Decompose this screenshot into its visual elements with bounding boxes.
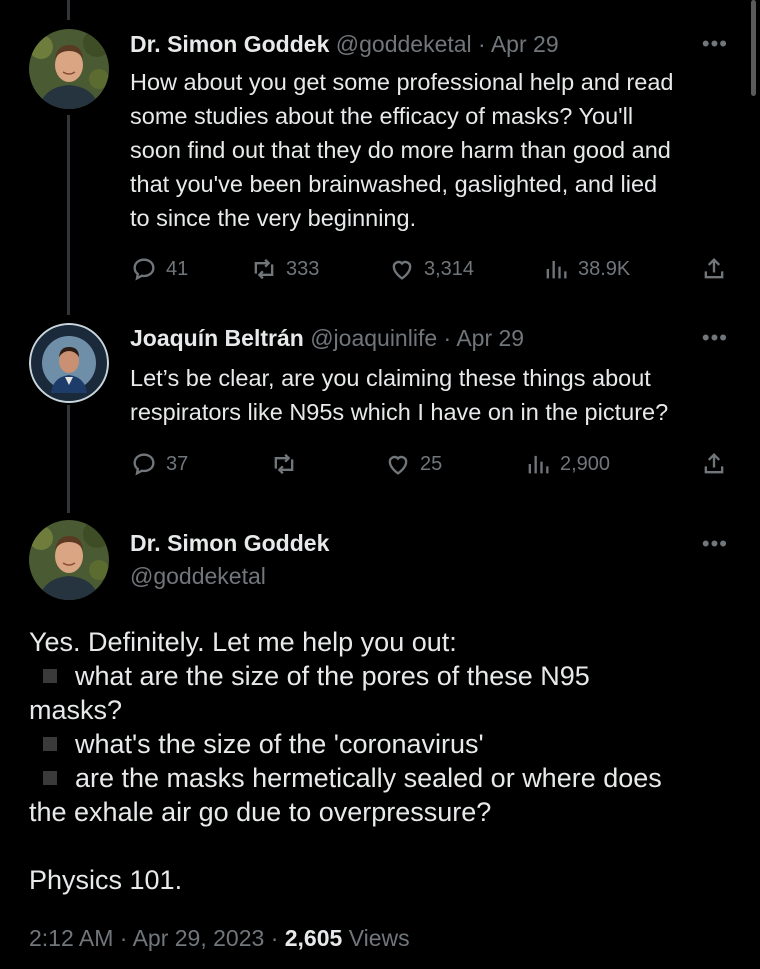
avatar[interactable] <box>29 323 109 403</box>
tweet-line: Let’s be clear, are you claiming these t… <box>130 365 651 391</box>
retweet-icon <box>254 258 274 280</box>
user-handle[interactable]: @goddeketal <box>130 561 266 591</box>
more-icon[interactable]: ••• <box>702 33 728 55</box>
bullet-text: are the masks hermetically sealed or whe… <box>75 763 662 793</box>
thread-line-1 <box>67 115 70 315</box>
action-bar: 37 25 2,900 <box>130 450 730 480</box>
bullet-square-icon <box>43 771 57 785</box>
tweet-line: the exhale air go due to overpressure? <box>29 797 492 827</box>
like-count: 3,314 <box>424 257 475 280</box>
more-icon[interactable]: ••• <box>702 533 728 555</box>
view-count: 38.9K <box>578 257 631 280</box>
bullet-square-icon <box>43 737 57 751</box>
action-bar: 41 333 3,314 38.9K <box>130 255 730 285</box>
user-handle[interactable]: @joaquinlife <box>310 325 437 351</box>
avatar-image <box>29 323 109 403</box>
retweet-button[interactable] <box>270 450 306 478</box>
like-count: 25 <box>420 452 443 475</box>
reply-icon <box>133 258 155 281</box>
tweet-meta: 2:12 AM · Apr 29, 2023 · 2,605 Views <box>29 925 410 952</box>
display-name[interactable]: Dr. Simon Goddek <box>130 528 329 558</box>
like-button[interactable]: 25 <box>384 450 442 478</box>
reply-count: 41 <box>166 257 189 280</box>
tweet-line: what's the size of the 'coronavirus' <box>29 727 729 761</box>
separator: · <box>443 325 452 351</box>
views-button[interactable]: 38.9K <box>542 255 630 283</box>
reply-icon <box>133 453 155 476</box>
retweet-count: 333 <box>286 257 320 280</box>
thread-line-top <box>67 0 70 20</box>
reply-button[interactable]: 41 <box>130 255 188 283</box>
retweet-button[interactable]: 333 <box>250 255 319 283</box>
reply-count: 37 <box>166 452 189 475</box>
tweet-date[interactable]: Apr 29 <box>456 325 524 351</box>
bullet-text: what's the size of the 'coronavirus' <box>75 729 484 759</box>
avatar-image <box>29 520 109 600</box>
thread-line-2 <box>67 405 70 513</box>
share-button[interactable] <box>700 450 728 478</box>
tweet-line: Yes. Definitely. Let me help you out: <box>29 627 457 657</box>
like-icon <box>388 455 408 475</box>
tweet-line: are the masks hermetically sealed or whe… <box>29 761 729 795</box>
bullet-square-icon <box>43 669 57 683</box>
separator: · <box>119 925 128 951</box>
avatar[interactable] <box>29 29 109 109</box>
tweet-line: respirators like N95s which I have on in… <box>130 399 669 425</box>
like-button[interactable]: 3,314 <box>388 255 474 283</box>
more-icon[interactable]: ••• <box>702 327 728 349</box>
scrollbar[interactable] <box>751 0 756 96</box>
tweet-line: masks? <box>29 695 123 725</box>
tweet-line: some studies about the efficacy of masks… <box>130 103 634 129</box>
user-handle[interactable]: @goddeketal <box>336 31 472 57</box>
views-icon <box>546 260 567 279</box>
share-icon <box>704 453 724 474</box>
separator: · <box>270 925 279 951</box>
avatar-image <box>29 29 109 109</box>
like-icon <box>392 260 412 280</box>
tweet-text: How about you get some professional help… <box>130 65 740 235</box>
tweet-line: soon find out that they do more harm tha… <box>130 137 671 163</box>
tweet-line: How about you get some professional help… <box>130 69 674 95</box>
tweet-line: that you've been brainwashed, gaslighted… <box>130 171 658 197</box>
tweet-date[interactable]: Apr 29, 2023 <box>133 925 265 951</box>
tweet-header: Dr. Simon Goddek @goddeketal · Apr 29 <box>130 29 559 59</box>
tweet-text: Let’s be clear, are you claiming these t… <box>130 361 740 429</box>
view-count: 2,605 <box>284 925 343 951</box>
view-count: 2,900 <box>560 452 611 475</box>
tweet-line: to since the very beginning. <box>130 205 417 231</box>
tweet-header: Joaquín Beltrán @joaquinlife · Apr 29 <box>130 323 524 353</box>
separator: · <box>478 31 486 57</box>
retweet-icon <box>274 453 294 475</box>
tweet-line: what are the size of the pores of these … <box>29 659 729 693</box>
views-button[interactable]: 2,900 <box>524 450 610 478</box>
display-name[interactable]: Joaquín Beltrán <box>130 325 304 351</box>
tweet-date[interactable]: Apr 29 <box>491 31 559 57</box>
bullet-text: what are the size of the pores of these … <box>75 661 590 691</box>
views-icon <box>528 455 549 474</box>
tweet-line: Physics 101. <box>29 865 183 895</box>
tweet-time[interactable]: 2:12 AM <box>29 925 113 951</box>
views-label: Views <box>348 925 410 951</box>
display-name[interactable]: Dr. Simon Goddek <box>130 31 329 57</box>
reply-button[interactable]: 37 <box>130 450 188 478</box>
share-icon <box>704 258 724 279</box>
tweet-text: Yes. Definitely. Let me help you out: wh… <box>29 625 729 897</box>
share-button[interactable] <box>700 255 728 283</box>
avatar[interactable] <box>29 520 109 600</box>
